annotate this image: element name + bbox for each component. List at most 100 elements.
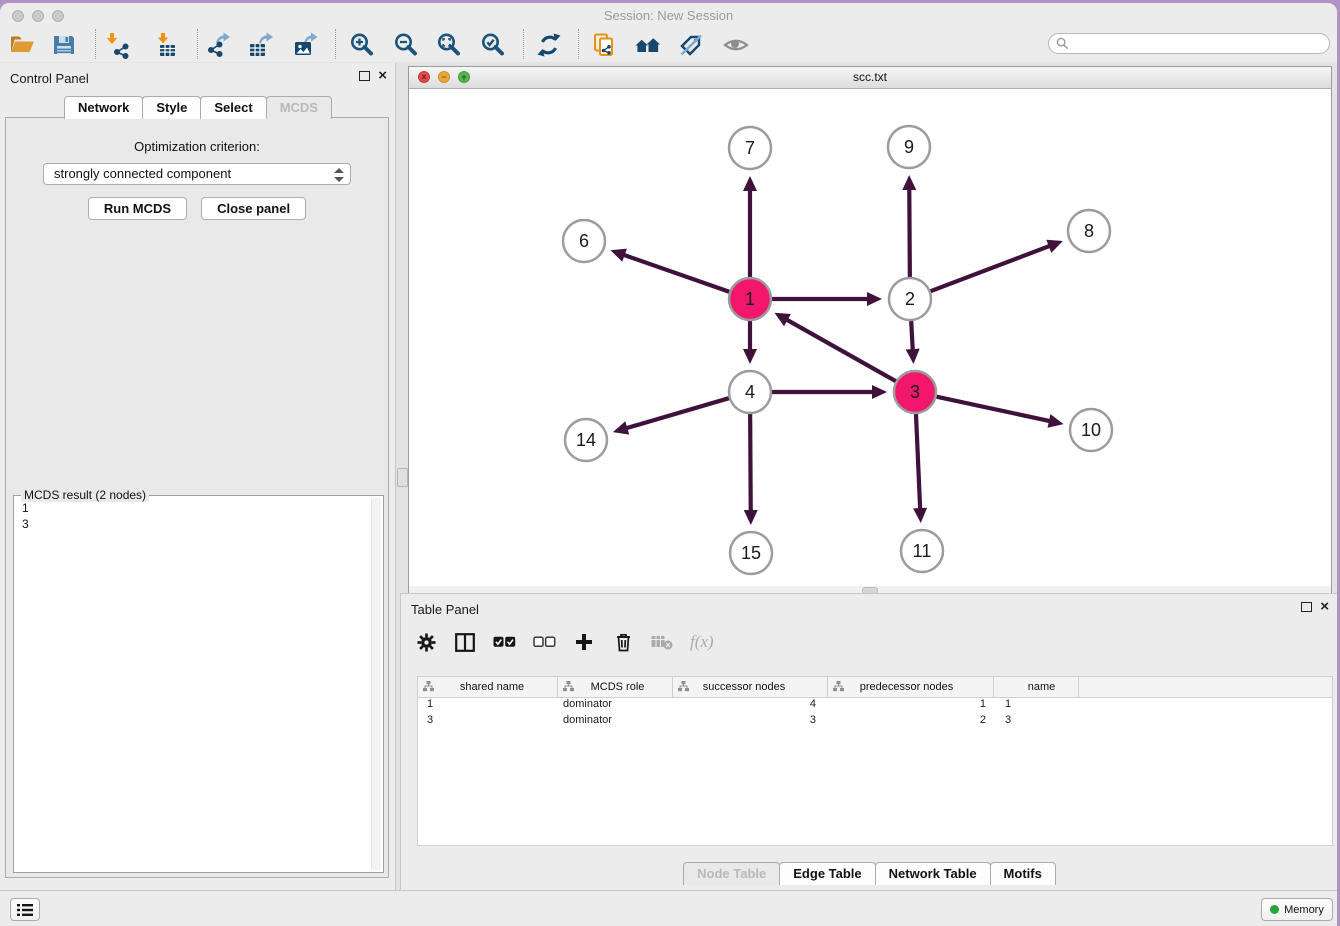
show-columns-icon[interactable] (454, 633, 476, 652)
graph-edge-3-11[interactable] (916, 414, 920, 510)
tab-style[interactable]: Style (142, 96, 201, 119)
search-input[interactable] (1073, 36, 1329, 52)
criterion-select[interactable]: strongly connected component (43, 163, 351, 185)
memory-label: Memory (1284, 904, 1324, 916)
graph-edge-arrowhead (872, 385, 887, 399)
search-box[interactable] (1048, 33, 1330, 54)
graph-edge-arrowhead (743, 349, 757, 364)
graph-node-label: 15 (741, 543, 761, 563)
graph-node-label: 7 (745, 138, 755, 158)
close-panel-icon[interactable]: × (1320, 601, 1329, 613)
tab-network[interactable]: Network (64, 96, 143, 119)
run-mcds-button[interactable]: Run MCDS (88, 197, 187, 220)
tab-node-table[interactable]: Node Table (683, 862, 780, 885)
add-row-icon[interactable] (573, 633, 595, 651)
network-hscrollbar[interactable] (409, 586, 1331, 593)
hide-labels-icon[interactable] (674, 29, 708, 60)
graph-edge-2-3[interactable] (911, 321, 913, 351)
delete-row-icon[interactable] (612, 632, 634, 652)
cell-shared-name: 3 (418, 714, 558, 730)
graph-edge-arrowhead (1047, 414, 1063, 428)
result-scrollbar[interactable] (371, 498, 381, 870)
export-network-icon[interactable] (201, 29, 235, 60)
graph-node-label: 3 (910, 382, 920, 402)
result-line: 3 (22, 516, 375, 532)
graph-edge-3-1[interactable] (786, 319, 896, 381)
save-session-icon[interactable] (47, 29, 81, 60)
task-history-button[interactable] (10, 898, 40, 921)
zoom-fit-icon[interactable] (432, 29, 466, 60)
split-divider-handle[interactable] (397, 468, 408, 487)
zoom-out-icon[interactable] (389, 29, 423, 60)
graph-edge-3-10[interactable] (937, 397, 1051, 422)
zoom-selected-icon[interactable] (476, 29, 510, 60)
graph-edge-2-8[interactable] (931, 246, 1051, 292)
float-panel-icon[interactable] (359, 71, 370, 81)
toolbar-separator (95, 29, 96, 59)
close-panel-button[interactable]: Close panel (201, 197, 306, 220)
import-table-icon[interactable] (149, 29, 183, 60)
graph-edge-arrowhead (867, 292, 882, 306)
graph-edge-arrowhead (913, 508, 927, 523)
criterion-value: strongly connected component (54, 166, 231, 181)
graph-node-label: 1 (745, 289, 755, 309)
memory-button[interactable]: Memory (1261, 898, 1333, 921)
deselect-all-icon[interactable] (533, 636, 556, 648)
graph-edge-arrowhead (906, 349, 920, 364)
tab-select[interactable]: Select (200, 96, 266, 119)
column-header-mcds-role[interactable]: MCDS role (558, 677, 673, 697)
graph-node-label: 6 (579, 231, 589, 251)
column-header-successor-nodes[interactable]: successor nodes (673, 677, 828, 697)
table-panel-title: Table Panel (411, 602, 479, 617)
table-panel-tabs: Node Table Edge Table Network Table Moti… (401, 862, 1337, 885)
export-image-icon[interactable] (288, 29, 322, 60)
graph-edge-4-14[interactable] (625, 398, 729, 428)
search-icon (1056, 37, 1069, 50)
table-panel: Table Panel × (400, 593, 1337, 890)
graph-node-label: 9 (904, 137, 914, 157)
show-graphics-details-icon[interactable] (719, 29, 753, 60)
cell-predecessor-nodes: 2 (828, 714, 994, 730)
tree-hierarchy-icon (678, 681, 689, 695)
graph-edge-1-6[interactable] (623, 255, 730, 292)
graph-edge-arrowhead (743, 176, 757, 191)
tree-hierarchy-icon (563, 681, 574, 695)
tab-edge-table[interactable]: Edge Table (779, 862, 875, 885)
home-view-icon[interactable] (631, 29, 665, 60)
zoom-in-icon[interactable] (345, 29, 379, 60)
memory-status-icon (1270, 905, 1279, 914)
float-panel-icon[interactable] (1301, 602, 1312, 612)
table-row[interactable]: 3 dominator 3 2 3 (418, 714, 1332, 730)
graph-node-label: 4 (745, 382, 755, 402)
open-session-icon[interactable] (5, 29, 39, 60)
table-row[interactable]: 1 dominator 4 1 1 (418, 698, 1332, 714)
graph-edge-arrowhead (613, 421, 629, 434)
apply-layout-icon[interactable] (532, 29, 566, 60)
window-title: Session: New Session (0, 8, 1337, 23)
graph-edge-arrowhead (610, 249, 626, 262)
import-network-icon[interactable] (101, 29, 135, 60)
graph-edge-arrowhead (744, 510, 758, 525)
duplicate-network-icon[interactable] (587, 29, 621, 60)
column-header-shared-name[interactable]: shared name (418, 677, 558, 697)
table-toolbar: f(x) (415, 622, 714, 662)
tab-motifs[interactable]: Motifs (990, 862, 1056, 885)
tree-hierarchy-icon (423, 681, 434, 695)
graph-edge-2-9[interactable] (909, 188, 910, 277)
graph-edge-4-15[interactable] (750, 414, 751, 512)
tab-network-table[interactable]: Network Table (875, 862, 991, 885)
close-panel-icon[interactable]: × (378, 70, 387, 82)
application-window: Session: New Session (0, 3, 1337, 926)
title-bar: Session: New Session (0, 3, 1337, 27)
tab-mcds[interactable]: MCDS (266, 96, 332, 119)
network-view-window: × − + scc.txt 7968124314101511 (408, 66, 1332, 593)
column-header-name[interactable]: name (994, 677, 1079, 697)
export-table-icon[interactable] (244, 29, 278, 60)
table-settings-icon[interactable] (415, 633, 437, 652)
column-header-predecessor-nodes[interactable]: predecessor nodes (828, 677, 994, 697)
graph-node-label: 10 (1081, 420, 1101, 440)
network-window-title: scc.txt (409, 70, 1331, 84)
select-all-icon[interactable] (493, 636, 516, 648)
network-canvas[interactable]: 7968124314101511 (409, 89, 1331, 586)
tree-hierarchy-icon (833, 681, 844, 695)
